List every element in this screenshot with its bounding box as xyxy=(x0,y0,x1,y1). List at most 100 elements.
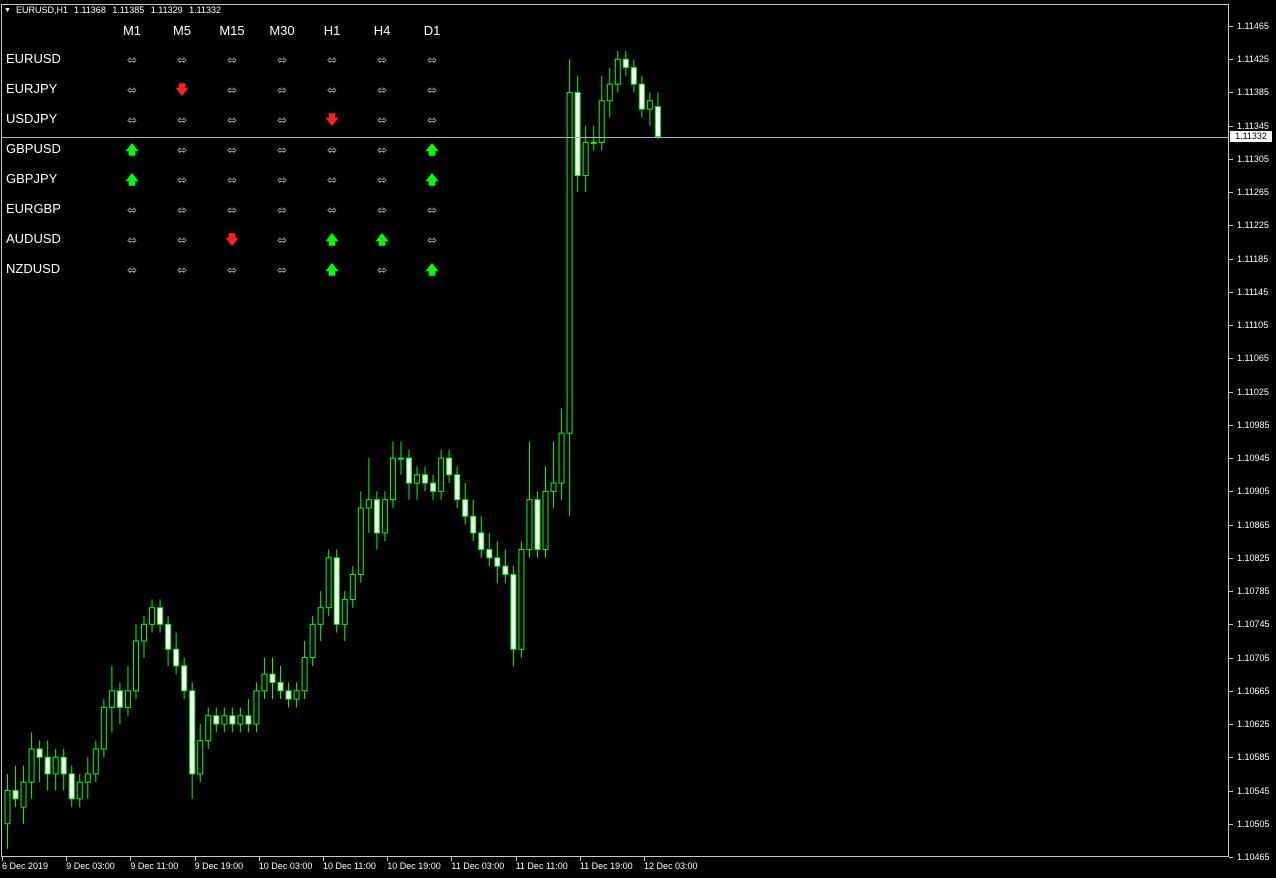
chart-window[interactable]: ▼ EURUSD,H1 1.11368 1.11385 1.11329 1.11… xyxy=(0,0,1276,878)
price-label: 1.10545 xyxy=(1237,785,1270,796)
neutral-arrow-icon: ⬄ xyxy=(226,113,238,127)
price-label: 1.11105 xyxy=(1237,320,1269,331)
candle-body xyxy=(341,598,348,625)
candle xyxy=(36,740,43,783)
candle-body xyxy=(20,781,27,808)
candle-body xyxy=(92,748,99,775)
price-tick xyxy=(1229,325,1233,327)
candle xyxy=(325,549,332,617)
candle xyxy=(542,466,549,558)
neutral-arrow-icon: ⬄ xyxy=(376,113,388,127)
candle xyxy=(141,616,148,658)
neutral-arrow-icon: ⬄ xyxy=(176,263,188,277)
candle xyxy=(253,682,260,733)
neutral-arrow-icon: ⬄ xyxy=(126,233,138,247)
neutral-arrow-icon: ⬄ xyxy=(176,233,188,247)
price-label: 1.11425 xyxy=(1237,54,1269,65)
up-arrow-icon: 🡅 xyxy=(375,232,389,247)
candle xyxy=(245,699,252,733)
candle xyxy=(462,483,469,525)
candle-body xyxy=(253,690,260,725)
candle-body xyxy=(36,748,43,758)
neutral-arrow-icon: ⬄ xyxy=(276,113,288,127)
price-label: 1.10785 xyxy=(1237,586,1270,597)
candle-body xyxy=(68,773,75,800)
neutral-arrow-icon: ⬄ xyxy=(226,263,238,277)
neutral-arrow-icon: ⬄ xyxy=(176,53,188,67)
price-tick xyxy=(1229,657,1233,659)
candle-body xyxy=(4,790,11,825)
candle-body xyxy=(52,756,59,775)
neutral-arrow-icon: ⬄ xyxy=(326,173,338,187)
dropdown-triangle-icon[interactable]: ▼ xyxy=(4,7,11,14)
candle-body xyxy=(165,623,172,650)
time-label: 9 Dec 11:00 xyxy=(130,861,179,871)
candle xyxy=(414,466,421,500)
ohlc-values: 1.11368 1.11385 1.11329 1.11332 xyxy=(70,5,221,15)
symbol-label-audusd: AUDUSD xyxy=(6,231,61,246)
candle xyxy=(197,724,204,783)
time-label: 10 Dec 03:00 xyxy=(258,861,313,871)
candle-body xyxy=(494,557,501,567)
candle xyxy=(470,499,477,542)
candle xyxy=(438,449,445,500)
candle-body xyxy=(542,490,549,551)
candle xyxy=(261,657,268,700)
candle xyxy=(181,657,188,700)
price-tick xyxy=(1229,524,1233,526)
candle-body xyxy=(550,482,557,492)
neutral-arrow-icon: ⬄ xyxy=(326,53,338,67)
chart-title[interactable]: ▼ EURUSD,H1 1.11368 1.11385 1.11329 1.11… xyxy=(4,5,221,15)
candle xyxy=(341,591,348,641)
neutral-arrow-icon: ⬄ xyxy=(176,113,188,127)
candle-body xyxy=(534,499,541,551)
candle-body xyxy=(558,432,565,484)
candle-body xyxy=(108,690,115,708)
price-tick xyxy=(1229,557,1233,559)
neutral-arrow-icon: ⬄ xyxy=(376,143,388,157)
candle-body xyxy=(622,58,629,69)
price-label: 1.11465 xyxy=(1237,21,1269,31)
candle-body xyxy=(566,91,573,434)
price-label: 1.11345 xyxy=(1237,120,1269,131)
candle xyxy=(4,773,11,849)
candle-body xyxy=(422,474,429,484)
candle-body xyxy=(373,499,380,534)
candle-body xyxy=(12,790,19,800)
candle xyxy=(221,707,228,733)
close-value: 1.11332 xyxy=(189,5,221,15)
candle-body xyxy=(100,706,107,750)
price-label: 1.11185 xyxy=(1237,253,1269,264)
candle-body xyxy=(502,565,509,575)
neutral-arrow-icon: ⬄ xyxy=(376,83,388,97)
candle-body xyxy=(397,457,404,460)
candle xyxy=(422,466,429,492)
candle xyxy=(229,707,236,733)
candle xyxy=(446,449,453,484)
candle-body xyxy=(309,623,316,659)
candle xyxy=(205,707,212,749)
neutral-arrow-icon: ⬄ xyxy=(226,203,238,217)
down-arrow-icon: 🡇 xyxy=(175,82,189,97)
low-value: 1.11329 xyxy=(150,5,183,15)
time-label: 12 Dec 03:00 xyxy=(644,861,698,871)
price-tick xyxy=(1229,857,1233,858)
price-label: 1.10985 xyxy=(1237,419,1270,430)
time-axis[interactable]: 6 Dec 2019 9 Dec 03:00 9 Dec 11:00 9 Dec 19… xyxy=(0,857,1229,878)
candle xyxy=(132,624,139,700)
price-tick xyxy=(1229,424,1233,426)
candle-body xyxy=(197,740,204,775)
candle xyxy=(646,92,653,126)
price-tick xyxy=(1229,724,1233,726)
price-tick xyxy=(1229,192,1233,194)
time-label: 11 Dec 11:00 xyxy=(515,861,568,871)
candle xyxy=(389,441,396,508)
candle-body xyxy=(406,457,412,484)
price-label: 1.11145 xyxy=(1237,286,1269,297)
time-label: 11 Dec 03:00 xyxy=(451,861,505,871)
neutral-arrow-icon: ⬄ xyxy=(276,53,288,67)
candle-body xyxy=(221,715,228,725)
up-arrow-icon: 🡅 xyxy=(425,142,439,157)
candle-body xyxy=(606,83,613,102)
price-label: 1.10745 xyxy=(1237,619,1270,630)
